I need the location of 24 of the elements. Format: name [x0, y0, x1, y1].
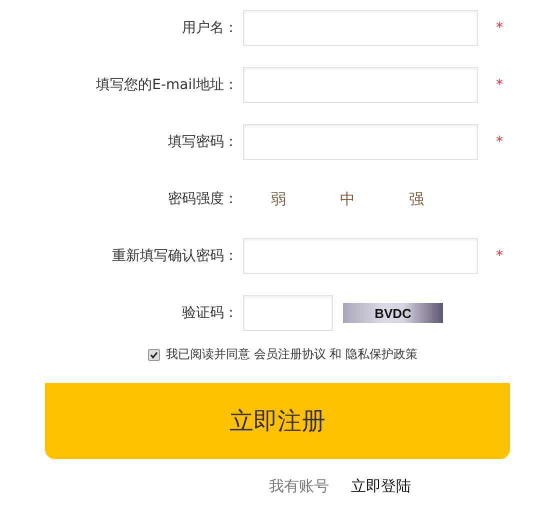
- field-label: 填写您的E-mail地址：: [95, 76, 239, 94]
- required-mark: *: [496, 248, 504, 264]
- strength-level: 强: [409, 190, 425, 208]
- field-label: 密码强度：: [167, 190, 239, 208]
- register-button[interactable]: 立即注册: [45, 383, 510, 459]
- text-field[interactable]: [243, 238, 478, 274]
- strength-level: 弱: [271, 190, 287, 208]
- required-mark: *: [496, 134, 504, 150]
- login-link[interactable]: 立即登陆: [351, 477, 411, 496]
- agree-checkbox[interactable]: [148, 348, 160, 360]
- field-label: 填写密码：: [167, 133, 239, 151]
- strength-level: 中: [340, 190, 356, 208]
- agreement-text: 我已阅读并同意 会员注册协议 和 隐私保护政策: [166, 346, 418, 363]
- captcha-image[interactable]: BVDC: [343, 303, 443, 323]
- required-mark: *: [496, 77, 504, 93]
- field-label: 验证码：: [181, 304, 239, 322]
- text-field[interactable]: [243, 124, 478, 160]
- field-label: 重新填写确认密码：: [111, 247, 239, 265]
- field-label: 用户名：: [181, 19, 239, 37]
- text-field[interactable]: [243, 10, 478, 46]
- captcha-field[interactable]: [243, 295, 333, 331]
- required-mark: *: [496, 20, 504, 36]
- account-prompt: 我有账号: [269, 477, 329, 496]
- text-field[interactable]: [243, 67, 478, 103]
